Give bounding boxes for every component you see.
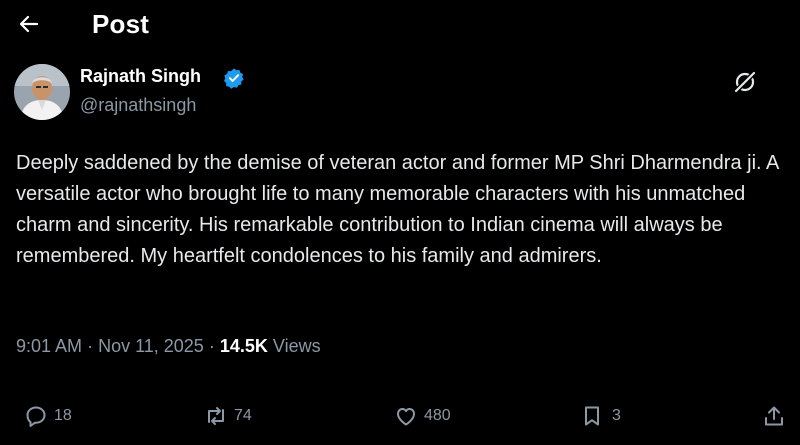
post-text: Deeply saddened by the demise of veteran… xyxy=(16,152,779,267)
top-bar: Post xyxy=(0,0,800,52)
meta-separator: · xyxy=(208,336,215,356)
bookmark-button[interactable]: 3 xyxy=(580,398,621,434)
post-time[interactable]: 9:01 AM xyxy=(16,336,82,356)
like-count: 480 xyxy=(424,407,451,424)
grok-icon[interactable] xyxy=(732,69,758,95)
reply-icon xyxy=(26,406,46,427)
arrow-left-icon[interactable] xyxy=(17,12,41,36)
profile-photo-icon xyxy=(14,64,70,120)
page-title: Post xyxy=(92,9,150,39)
repost-button[interactable]: 74 xyxy=(204,398,252,434)
share-icon xyxy=(765,406,783,426)
heart-icon xyxy=(397,408,415,426)
bookmark-count: 3 xyxy=(612,407,621,424)
post-date[interactable]: Nov 11, 2025 xyxy=(98,336,204,356)
bookmark-icon xyxy=(585,406,599,426)
reply-button[interactable]: 18 xyxy=(24,398,72,434)
reply-count: 18 xyxy=(54,407,72,424)
like-button[interactable]: 480 xyxy=(394,398,451,434)
share-button[interactable] xyxy=(762,398,786,434)
repost-icon xyxy=(208,407,224,425)
views-count: 14.5K xyxy=(219,336,268,356)
post-meta: 9:01 AM · Nov 11, 2025 · 14.5K Views xyxy=(16,336,321,357)
author-name[interactable]: Rajnath Singh xyxy=(80,66,201,87)
avatar[interactable] xyxy=(14,64,70,120)
verified-badge-icon xyxy=(224,68,244,89)
action-bar: 18 74 480 3 xyxy=(0,398,800,434)
author-handle[interactable]: @rajnathsingh xyxy=(80,95,196,116)
views-label: Views xyxy=(272,336,321,356)
meta-separator: · xyxy=(87,336,94,356)
repost-count: 74 xyxy=(234,407,252,424)
